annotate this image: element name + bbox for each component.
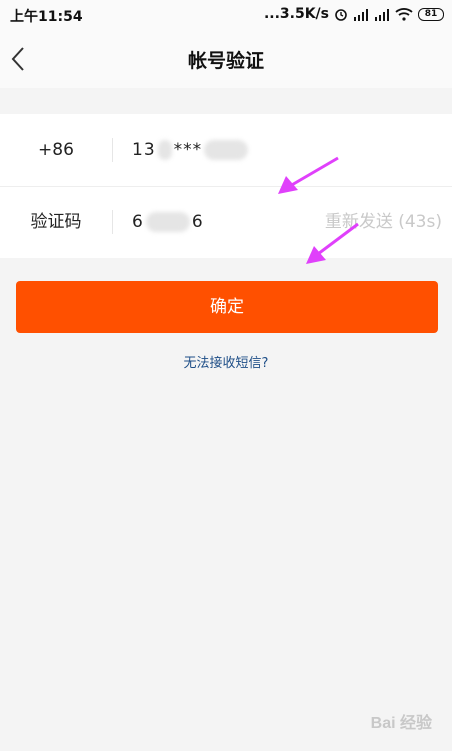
phone-mask: *** [173,140,203,160]
alarm-icon [334,7,348,21]
annotation-arrow [306,222,359,264]
divider [112,138,113,162]
page-title: 帐号验证 [187,50,264,72]
redaction-blur [145,212,190,232]
status-icons: ...3.5K/s 81 [264,6,444,22]
code-input[interactable]: 66 [132,186,204,258]
nav-bar: 帐号验证 [0,30,452,88]
cannot-receive-sms-link[interactable]: 无法接收短信? [0,352,452,371]
verification-form: +86 13 *** 验证码 66 重新发送 (43s) [0,114,452,258]
redaction-blur [157,140,172,160]
network-speed: ...3.5K/s [263,6,329,22]
hd-signal-icon [353,8,369,21]
code-suffix: 6 [191,212,204,232]
wifi-icon [395,7,413,21]
signal-icon [374,8,390,21]
code-prefix: 6 [132,212,144,232]
divider [112,210,113,234]
battery-icon: 81 [418,7,444,21]
status-bar: 上午11:54 ...3.5K/s 81 [0,0,452,30]
phone-number: 13 *** [132,114,250,186]
annotation-arrow [278,156,339,194]
country-code[interactable]: +86 [0,114,112,186]
code-row: 验证码 66 重新发送 (43s) [0,186,452,258]
watermark-logo: Bai 经验 [370,715,432,732]
status-time: 上午11:54 [10,9,83,25]
phone-row: +86 13 *** [0,114,452,187]
code-label: 验证码 [30,212,82,232]
redaction-blur [204,140,249,160]
phone-prefix: 13 [132,140,156,160]
confirm-button[interactable]: 确定 [16,281,438,333]
